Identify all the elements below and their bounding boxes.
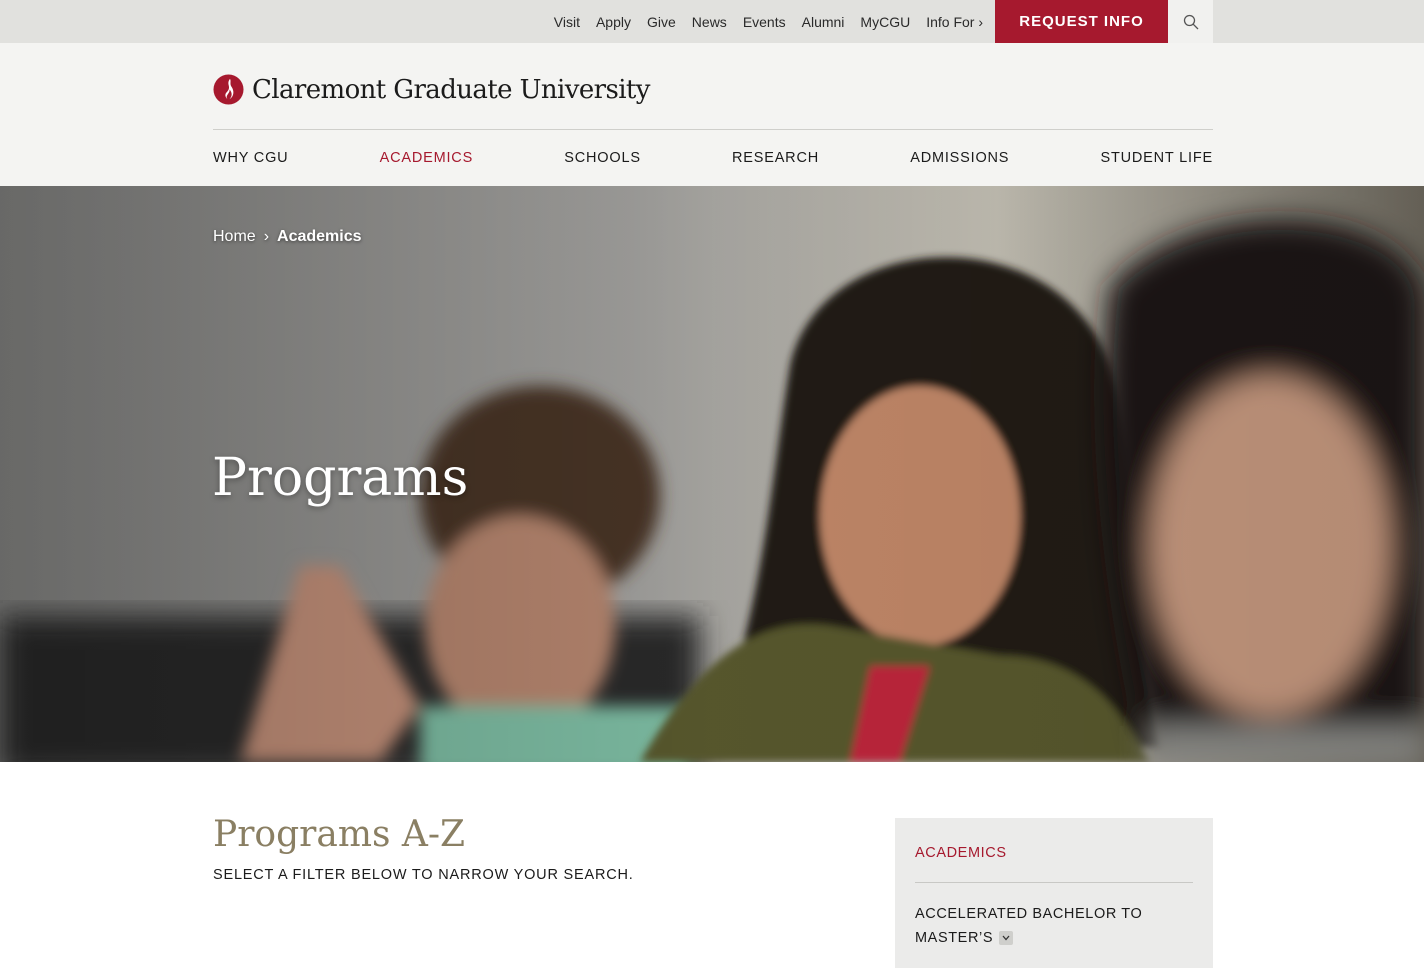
utility-nav: Visit Apply Give News Events Alumni MyCG… xyxy=(554,0,983,43)
utility-link-give[interactable]: Give xyxy=(647,14,676,30)
breadcrumb-separator: › xyxy=(263,228,270,245)
sidebar-divider xyxy=(915,882,1193,883)
sidebar-heading-academics[interactable]: ACADEMICS xyxy=(915,845,1007,861)
utility-link-news[interactable]: News xyxy=(692,14,727,30)
nav-item-admissions[interactable]: ADMISSIONS xyxy=(910,150,1009,166)
nav-item-academics[interactable]: ACADEMICS xyxy=(380,150,473,166)
request-info-button[interactable]: REQUEST INFO xyxy=(995,0,1168,43)
breadcrumb-home[interactable]: Home xyxy=(213,228,256,246)
utility-link-events[interactable]: Events xyxy=(743,14,786,30)
chevron-down-icon xyxy=(1002,935,1010,941)
sidebar-nav: ACADEMICS ACCELERATED BACHELOR TO MASTER… xyxy=(895,818,1213,968)
sidebar-item-accelerated: ACCELERATED BACHELOR TO MASTER’S xyxy=(915,902,1185,950)
sidebar-expand-toggle[interactable] xyxy=(999,931,1014,946)
site-header: Claremont Graduate University WHY CGU AC… xyxy=(0,43,1424,186)
breadcrumb-current: Academics xyxy=(277,228,362,245)
utility-link-alumni[interactable]: Alumni xyxy=(802,14,845,30)
utility-link-info-for[interactable]: Info For › xyxy=(926,14,983,30)
breadcrumb: Home › Academics xyxy=(213,228,362,246)
filter-instruction: SELECT A FILTER BELOW TO NARROW YOUR SEA… xyxy=(213,867,634,883)
hero-banner: Home › Academics Programs xyxy=(0,186,1424,762)
search-icon xyxy=(1183,14,1198,29)
nav-item-schools[interactable]: SCHOOLS xyxy=(564,150,641,166)
search-button[interactable] xyxy=(1168,0,1213,43)
nav-item-student-life[interactable]: STUDENT LIFE xyxy=(1100,150,1212,166)
main-nav: WHY CGU ACADEMICS SCHOOLS RESEARCH ADMIS… xyxy=(213,130,1213,186)
flame-logo-icon xyxy=(213,74,244,105)
nav-item-why-cgu[interactable]: WHY CGU xyxy=(213,150,288,166)
utility-link-apply[interactable]: Apply xyxy=(596,14,631,30)
utility-link-mycgu[interactable]: MyCGU xyxy=(860,14,910,30)
sidebar-item-label[interactable]: ACCELERATED BACHELOR TO MASTER’S xyxy=(915,906,1142,946)
nav-item-research[interactable]: RESEARCH xyxy=(732,150,819,166)
programs-heading: Programs A-Z xyxy=(213,814,466,855)
utility-bar: Visit Apply Give News Events Alumni MyCG… xyxy=(0,0,1424,43)
utility-link-visit[interactable]: Visit xyxy=(554,14,580,30)
logo-wordmark: Claremont Graduate University xyxy=(252,74,650,105)
page-title: Programs xyxy=(212,448,469,508)
site-logo[interactable]: Claremont Graduate University xyxy=(213,74,650,105)
